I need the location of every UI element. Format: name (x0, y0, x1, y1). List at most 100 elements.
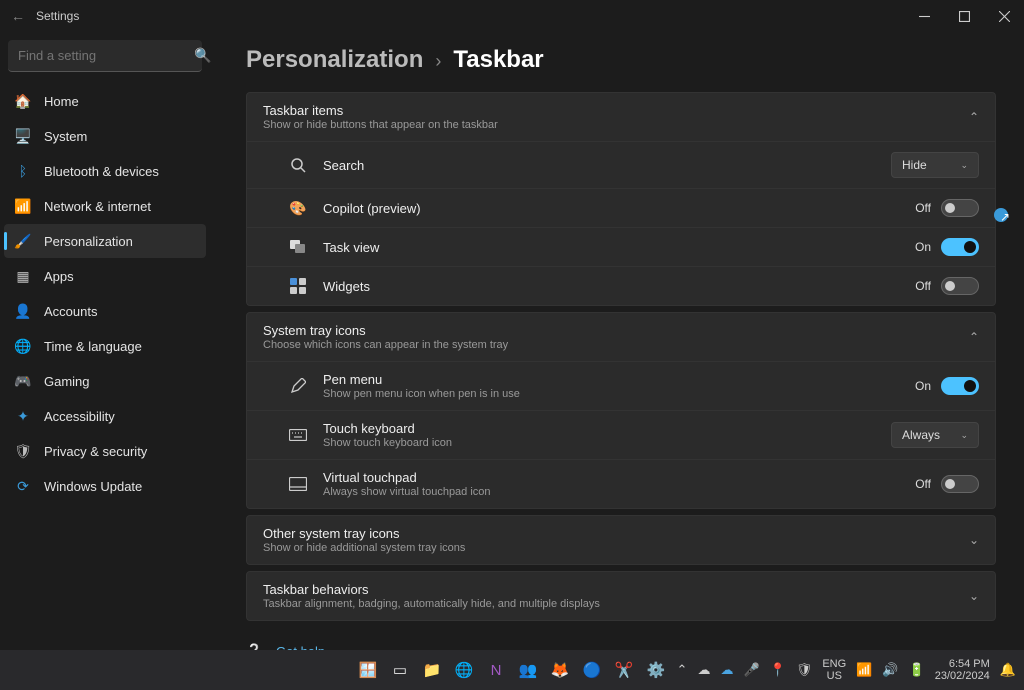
setting-row-copilot-preview-: 🎨Copilot (preview)Off (247, 188, 995, 227)
nav-icon: 👤 (14, 302, 32, 320)
taskbar-behaviors-section[interactable]: Taskbar behaviors Taskbar alignment, bad… (246, 571, 996, 621)
setting-row-pen-menu: Pen menuShow pen menu icon when pen is i… (247, 361, 995, 410)
nav-label: Gaming (44, 374, 90, 389)
system-tray-header[interactable]: System tray icons Choose which icons can… (247, 313, 995, 361)
sidebar-item-gaming[interactable]: 🎮Gaming (4, 364, 206, 398)
section-subtitle: Choose which icons can appear in the sys… (263, 339, 969, 351)
teams-icon[interactable]: 👥 (515, 657, 541, 683)
nav-label: Accounts (44, 304, 97, 319)
sidebar-item-personalization[interactable]: 🖌️ Personalization (4, 224, 206, 258)
section-title: Other system tray icons (263, 526, 969, 541)
maximize-button[interactable] (944, 0, 984, 32)
row-subtitle: Show touch keyboard icon (323, 437, 891, 449)
explorer-icon[interactable]: 📁 (419, 657, 445, 683)
language-indicator[interactable]: ENG US (822, 658, 846, 682)
system-tray-section: System tray icons Choose which icons can… (246, 312, 996, 509)
onedrive-icon[interactable]: ☁ (697, 662, 710, 678)
breadcrumb-parent[interactable]: Personalization (246, 46, 423, 74)
toggle-state: Off (915, 279, 931, 293)
toggle-task-view[interactable] (941, 238, 979, 256)
setting-row-virtual-touchpad: Virtual touchpadAlways show virtual touc… (247, 459, 995, 508)
dropdown-search[interactable]: Hide⌄ (891, 152, 979, 178)
cloud-icon[interactable]: ☁ (720, 662, 733, 678)
system-tray: ⌃ ☁ ☁ 🎤 📍 🛡 ENG US 📶 🔊 🔋 6:54 PM 23/02/2… (677, 658, 1024, 682)
tray-chevron-icon[interactable]: ⌃ (677, 662, 688, 678)
dropdown-touch-keyboard[interactable]: Always ⌄ (891, 422, 979, 448)
toggle-pen-menu[interactable] (941, 377, 979, 395)
sidebar-item-windows-update[interactable]: ⟳Windows Update (4, 469, 206, 503)
back-button[interactable]: ← (6, 8, 30, 24)
setting-row-touch-keyboard: Touch keyboardShow touch keyboard iconAl… (247, 410, 995, 459)
section-subtitle: Taskbar alignment, badging, automaticall… (263, 598, 969, 610)
sidebar-item-accounts[interactable]: 👤 Accounts (4, 294, 206, 328)
chevron-down-icon: ⌄ (960, 430, 968, 441)
taskbar-items-header[interactable]: Taskbar items Show or hide buttons that … (247, 93, 995, 141)
nav-icon: 🏠 (14, 92, 32, 110)
section-title: Taskbar behaviors (263, 582, 969, 597)
toggle-widgets[interactable] (941, 277, 979, 295)
keyboard-icon (287, 429, 309, 441)
chevron-right-icon: › (435, 51, 441, 72)
search-box[interactable]: 🔍 (8, 40, 202, 72)
snip-icon[interactable]: ✂️ (611, 657, 637, 683)
help-icon: ❔ (246, 643, 264, 650)
battery-icon[interactable]: 🔋 (909, 662, 925, 678)
chrome-icon[interactable]: 🔵 (579, 657, 605, 683)
onenote-icon[interactable]: N (483, 657, 509, 683)
widgets-icon (287, 278, 309, 294)
clock[interactable]: 6:54 PM 23/02/2024 (935, 658, 990, 682)
nav-icon: 🛡 (14, 442, 32, 460)
sidebar-item-home[interactable]: 🏠Home (4, 84, 206, 118)
notifications-icon[interactable]: 🔔 (1000, 662, 1016, 678)
edge-icon[interactable]: 🌐 (451, 657, 477, 683)
sidebar-item-apps[interactable]: ▦Apps (4, 259, 206, 293)
start-button[interactable]: 🪟 (355, 657, 381, 683)
toggle-state: Off (915, 201, 931, 215)
nav-icon: 🖥️ (14, 127, 32, 145)
nav-label: Network & internet (44, 199, 151, 214)
firefox-icon[interactable]: 🦊 (547, 657, 573, 683)
dropdown-value: Always (902, 428, 940, 442)
sidebar-item-bluetooth-devices[interactable]: ᛒBluetooth & devices (4, 154, 206, 188)
nav-icon: ✦ (14, 407, 32, 425)
wifi-icon[interactable]: 📶 (856, 662, 872, 678)
toggle-state: Off (915, 477, 931, 491)
sidebar-item-network-internet[interactable]: 📶 Network & internet (4, 189, 206, 223)
sidebar-item-time-language[interactable]: 🌐Time & language (4, 329, 206, 363)
nav-icon: 🖌️ (14, 232, 32, 250)
footer-links: ❔ Get help 💬 Give feedback (246, 637, 996, 650)
settings-icon[interactable]: ⚙️ (643, 657, 669, 683)
nav-icon: ▦ (14, 267, 32, 285)
location-icon[interactable]: 📍 (770, 662, 786, 678)
volume-icon[interactable]: 🔊 (882, 662, 898, 678)
main-content: Personalization › Taskbar Taskbar items … (210, 32, 1024, 650)
nav-label: Personalization (44, 234, 133, 249)
row-label: Virtual touchpad (323, 470, 915, 485)
mic-icon[interactable]: 🎤 (743, 662, 759, 678)
security-icon[interactable]: 🛡 (796, 662, 813, 678)
nav-icon: 🌐 (14, 337, 32, 355)
sidebar-item-privacy-security[interactable]: 🛡 Privacy & security (4, 434, 206, 468)
close-button[interactable] (984, 0, 1024, 32)
row-label: Pen menu (323, 372, 915, 387)
nav-label: Bluetooth & devices (44, 164, 159, 179)
toggle-copilot-preview-[interactable] (941, 199, 979, 217)
section-subtitle: Show or hide additional system tray icon… (263, 542, 969, 554)
windows-taskbar[interactable]: 🪟 ▭ 📁 🌐 N 👥 🦊 🔵 ✂️ ⚙️ ⌃ ☁ ☁ 🎤 📍 🛡 ENG US… (0, 650, 1024, 690)
taskview-icon[interactable]: ▭ (387, 657, 413, 683)
nav-label: Privacy & security (44, 444, 147, 459)
touchpad-icon (287, 477, 309, 491)
toggle-state: On (915, 240, 931, 254)
minimize-button[interactable] (904, 0, 944, 32)
sidebar-item-accessibility[interactable]: ✦Accessibility (4, 399, 206, 433)
sidebar-item-system[interactable]: 🖥️System (4, 119, 206, 153)
toggle-state: On (915, 379, 931, 393)
other-tray-section[interactable]: Other system tray icons Show or hide add… (246, 515, 996, 565)
toggle-virtual-touchpad[interactable] (941, 475, 979, 493)
chevron-down-icon: ⌄ (969, 533, 979, 547)
search-input[interactable] (18, 48, 194, 63)
section-title: System tray icons (263, 323, 969, 338)
sidebar: 🔍 🏠Home🖥️SystemᛒBluetooth & devices 📶 Netw… (0, 32, 210, 650)
nav-icon: 📶 (14, 197, 32, 215)
get-help-link[interactable]: ❔ Get help (246, 637, 996, 650)
